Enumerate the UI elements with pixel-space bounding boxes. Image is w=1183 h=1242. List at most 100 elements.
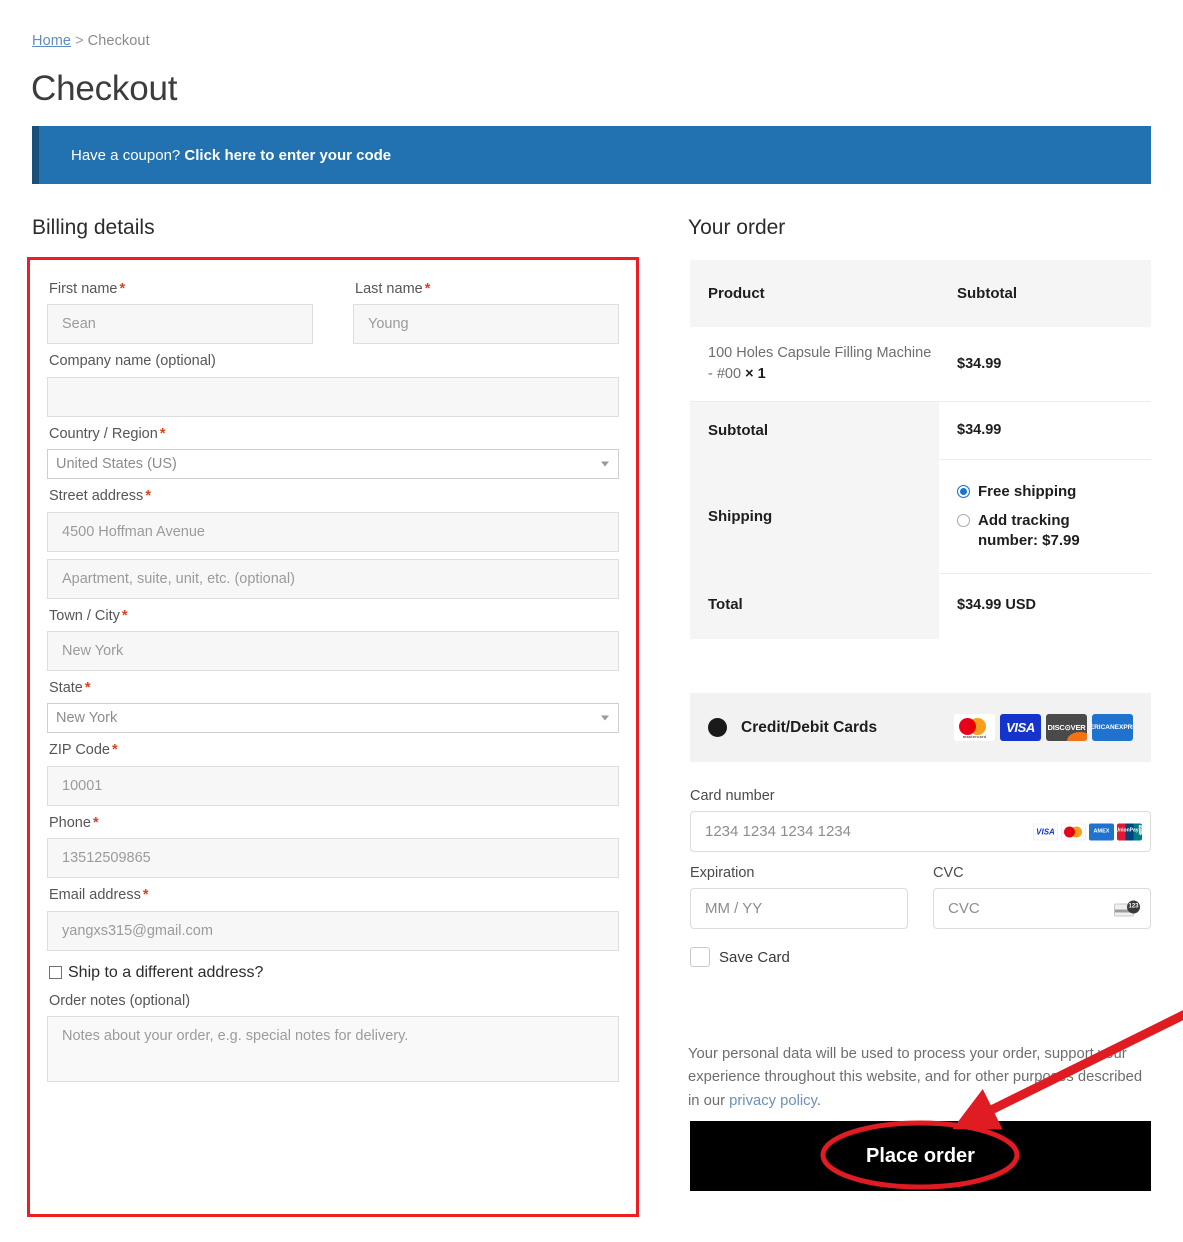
street-address-label: Street address *	[47, 479, 619, 511]
shipping-option-free[interactable]: Free shipping	[957, 482, 1151, 502]
town-city-label: Town / City *	[47, 599, 619, 631]
ship-different-address-checkbox[interactable]	[49, 966, 62, 980]
state-field: State * New York	[47, 671, 619, 734]
order-shipping-label: Shipping	[690, 459, 939, 574]
expiration-input[interactable]	[690, 888, 908, 929]
card-number-brand-icons: VISA AM EX UnionPay 银联	[1033, 823, 1142, 840]
last-name-input[interactable]	[353, 304, 619, 345]
order-notes-label: Order notes (optional)	[49, 992, 191, 1009]
zip-code-input[interactable]	[47, 765, 619, 806]
order-subtotal-label: Subtotal	[690, 401, 939, 460]
product-quantity: 1	[757, 366, 766, 383]
order-line-item-subtotal: $34.99	[939, 327, 1151, 403]
street-address-field: Street address *	[47, 479, 619, 599]
cvc-label: CVC	[933, 865, 964, 881]
email-address-label-text: Email address	[49, 887, 141, 904]
phone-input[interactable]	[47, 838, 619, 879]
save-card-checkbox[interactable]	[690, 947, 710, 967]
shipping-option-tracking-label: Add tracking number: $7.99	[978, 511, 1080, 550]
state-label: State *	[47, 671, 619, 703]
required-marker: *	[92, 814, 99, 831]
order-summary-table: Product Subtotal 100 Holes Capsule Filli…	[690, 260, 1151, 639]
company-name-input[interactable]	[47, 376, 619, 417]
shipping-option-tracking-radio[interactable]	[957, 513, 970, 527]
amex-mini-icon: AM EX	[1089, 823, 1114, 840]
card-details-section: Card number VISA AM EX UnionPay 银联 Expir…	[690, 788, 1151, 967]
required-marker: *	[145, 488, 151, 505]
chevron-down-icon	[601, 715, 609, 721]
discover-icon: DISC⊙VER	[1046, 714, 1087, 741]
ship-different-address-row[interactable]: Ship to a different address?	[47, 951, 619, 984]
email-address-input[interactable]	[47, 910, 619, 951]
order-total-value: $34.99 USD	[939, 573, 1151, 639]
phone-field: Phone *	[47, 806, 619, 879]
first-name-input[interactable]	[47, 304, 313, 345]
coupon-prompt-text: Have a coupon?	[71, 146, 181, 164]
required-marker: *	[142, 887, 149, 904]
order-shipping-options: Free shipping Add tracking number: $7.99	[939, 459, 1151, 575]
order-column-product: Product	[708, 285, 765, 302]
privacy-text-after: .	[816, 1093, 821, 1110]
zip-code-field: ZIP Code *	[47, 733, 619, 806]
order-shipping-row: Shipping Free shipping Add tracking numb…	[690, 459, 1151, 575]
town-city-input[interactable]	[47, 630, 619, 671]
country-region-field: Country / Region * United States (US)	[47, 417, 619, 480]
breadcrumb-home-link[interactable]: Home	[32, 33, 71, 49]
order-table-header-row: Product Subtotal	[690, 260, 1151, 327]
order-line-item-row: 100 Holes Capsule Filling Machine - #00 …	[690, 327, 1151, 403]
save-card-row[interactable]: Save Card	[690, 947, 1151, 967]
phone-label: Phone *	[47, 806, 619, 838]
required-marker: *	[119, 281, 126, 297]
coupon-enter-code-link[interactable]: Click here to enter your code	[184, 147, 391, 164]
mastercard-icon: mastercard	[954, 714, 995, 741]
country-region-select[interactable]: United States (US)	[47, 449, 619, 480]
unionpay-mini-icon: UnionPay 银联	[1117, 823, 1142, 840]
payment-method-radio[interactable]	[708, 718, 727, 737]
country-region-label-text: Country / Region	[49, 425, 158, 442]
place-order-button[interactable]: Place order	[690, 1121, 1151, 1191]
state-value: New York	[56, 710, 118, 727]
save-card-label: Save Card	[719, 948, 790, 966]
email-address-label: Email address *	[47, 878, 619, 910]
breadcrumb-separator: >	[75, 33, 84, 49]
expiration-label: Expiration	[690, 865, 755, 881]
coupon-banner: Have a coupon? Click here to enter your …	[32, 126, 1151, 184]
product-name: 100 Holes Capsule Filling Machine - #00	[708, 345, 932, 383]
payment-method-bar[interactable]: Credit/Debit Cards mastercard VISA DISC⊙…	[690, 693, 1151, 762]
payment-method-label: Credit/Debit Cards	[741, 718, 878, 736]
order-notes-textarea[interactable]	[47, 1015, 619, 1082]
expiration-cvc-row: Expiration CVC 123	[690, 865, 1151, 929]
street-address-input[interactable]	[47, 511, 619, 552]
shipping-option-free-radio[interactable]	[957, 484, 970, 498]
order-line-item-product: 100 Holes Capsule Filling Machine - #00 …	[690, 327, 939, 403]
billing-details-heading: Billing details	[32, 216, 155, 239]
phone-label-text: Phone	[49, 814, 91, 831]
order-total-label: Total	[690, 573, 939, 639]
last-name-label: Last name *	[353, 272, 619, 304]
country-region-label: Country / Region *	[47, 417, 619, 449]
cvc-digits: 123	[1127, 900, 1140, 913]
first-name-field: First name *	[47, 272, 313, 345]
state-select[interactable]: New York	[47, 703, 619, 734]
order-total-row: Total $34.99 USD	[690, 573, 1151, 639]
first-name-label-text: First name	[49, 281, 118, 297]
order-notes-field: Order notes (optional)	[47, 984, 619, 1082]
ship-different-address-label: Ship to a different address?	[68, 963, 264, 981]
country-region-value: United States (US)	[56, 456, 177, 473]
expiration-field: Expiration	[690, 865, 908, 929]
breadcrumb: Home > Checkout	[32, 33, 150, 49]
required-marker: *	[112, 742, 118, 759]
privacy-policy-link[interactable]: privacy policy	[729, 1093, 817, 1109]
last-name-label-text: Last name	[355, 281, 423, 297]
order-subtotal-value: $34.99	[939, 401, 1151, 460]
card-number-field: VISA AM EX UnionPay 银联	[690, 811, 1151, 852]
company-name-field: Company name (optional)	[47, 344, 619, 417]
email-address-field: Email address *	[47, 878, 619, 951]
card-number-label: Card number	[690, 788, 775, 804]
state-label-text: State	[49, 679, 83, 696]
shipping-option-free-label: Free shipping	[978, 482, 1077, 500]
page-title: Checkout	[31, 69, 178, 108]
shipping-option-tracking[interactable]: Add tracking number: $7.99	[957, 511, 1151, 552]
apartment-input[interactable]	[47, 558, 619, 599]
cvc-field: CVC 123	[933, 865, 1151, 929]
